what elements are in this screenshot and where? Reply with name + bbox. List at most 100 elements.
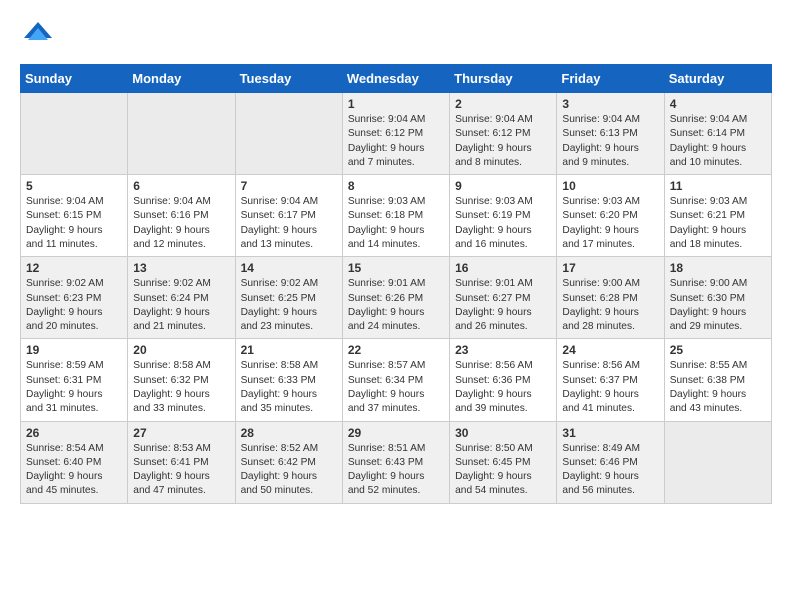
calendar-cell: 4 Sunrise: 9:04 AM Sunset: 6:14 PM Daylig… (664, 93, 771, 175)
day-info: Sunrise: 8:51 AM Sunset: 6:43 PM Dayligh… (348, 442, 444, 499)
day-number: 9 (455, 179, 551, 193)
day-number: 10 (562, 179, 658, 193)
calendar-cell: 19Sunrise: 8:59 AM Sunset: 6:31 PM Dayli… (21, 339, 128, 421)
day-info: Sunrise: 9:04 AM Sunset: 6:16 PM Dayligh… (133, 195, 229, 252)
weekday-header-thursday: Thursday (450, 65, 557, 93)
day-number: 13 (133, 261, 229, 275)
header (20, 18, 772, 54)
day-info: Sunrise: 8:52 AM Sunset: 6:42 PM Dayligh… (241, 442, 337, 499)
day-info: Sunrise: 8:56 AM Sunset: 6:37 PM Dayligh… (562, 359, 658, 416)
calendar-cell: 29Sunrise: 8:51 AM Sunset: 6:43 PM Dayli… (342, 421, 449, 503)
day-info: Sunrise: 9:04 AM Sunset: 6:14 PM Dayligh… (670, 113, 766, 170)
day-number: 15 (348, 261, 444, 275)
day-number: 11 (670, 179, 766, 193)
calendar-cell (664, 421, 771, 503)
calendar-cell: 1 Sunrise: 9:04 AM Sunset: 6:12 PM Daylig… (342, 93, 449, 175)
calendar-cell: 24 Sunrise: 8:56 AM Sunset: 6:37 PM Dayli… (557, 339, 664, 421)
calendar-cell (235, 93, 342, 175)
day-number: 26 (26, 426, 122, 440)
day-info: Sunrise: 9:03 AM Sunset: 6:21 PM Dayligh… (670, 195, 766, 252)
calendar-cell: 11 Sunrise: 9:03 AM Sunset: 6:21 PM Dayli… (664, 175, 771, 257)
weekday-header-sunday: Sunday (21, 65, 128, 93)
day-info: Sunrise: 9:04 AM Sunset: 6:15 PM Dayligh… (26, 195, 122, 252)
day-info: Sunrise: 9:04 AM Sunset: 6:12 PM Dayligh… (455, 113, 551, 170)
day-info: Sunrise: 9:01 AM Sunset: 6:26 PM Dayligh… (348, 277, 444, 334)
calendar-cell: 10 Sunrise: 9:03 AM Sunset: 6:20 PM Dayli… (557, 175, 664, 257)
logo-icon (20, 18, 56, 54)
day-info: Sunrise: 9:02 AM Sunset: 6:24 PM Dayligh… (133, 277, 229, 334)
calendar-cell: 7 Sunrise: 9:04 AM Sunset: 6:17 PM Daylig… (235, 175, 342, 257)
weekday-header-monday: Monday (128, 65, 235, 93)
day-number: 12 (26, 261, 122, 275)
day-number: 1 (348, 97, 444, 111)
day-number: 14 (241, 261, 337, 275)
calendar-week-2: 5 Sunrise: 9:04 AM Sunset: 6:15 PM Daylig… (21, 175, 772, 257)
day-number: 17 (562, 261, 658, 275)
day-info: Sunrise: 8:53 AM Sunset: 6:41 PM Dayligh… (133, 442, 229, 499)
calendar-cell: 2 Sunrise: 9:04 AM Sunset: 6:12 PM Daylig… (450, 93, 557, 175)
calendar-cell: 18Sunrise: 9:00 AM Sunset: 6:30 PM Dayli… (664, 257, 771, 339)
calendar-week-5: 26 Sunrise: 8:54 AM Sunset: 6:40 PM Dayli… (21, 421, 772, 503)
day-info: Sunrise: 9:02 AM Sunset: 6:23 PM Dayligh… (26, 277, 122, 334)
calendar-cell: 31 Sunrise: 8:49 AM Sunset: 6:46 PM Dayli… (557, 421, 664, 503)
calendar-cell: 20Sunrise: 8:58 AM Sunset: 6:32 PM Dayli… (128, 339, 235, 421)
day-info: Sunrise: 8:55 AM Sunset: 6:38 PM Dayligh… (670, 359, 766, 416)
calendar-cell: 13 Sunrise: 9:02 AM Sunset: 6:24 PM Dayli… (128, 257, 235, 339)
calendar-week-3: 12 Sunrise: 9:02 AM Sunset: 6:23 PM Dayli… (21, 257, 772, 339)
day-number: 21 (241, 343, 337, 357)
day-number: 4 (670, 97, 766, 111)
logo (20, 18, 58, 54)
day-info: Sunrise: 8:58 AM Sunset: 6:33 PM Dayligh… (241, 359, 337, 416)
day-info: Sunrise: 9:04 AM Sunset: 6:12 PM Dayligh… (348, 113, 444, 170)
calendar-cell: 27 Sunrise: 8:53 AM Sunset: 6:41 PM Dayli… (128, 421, 235, 503)
day-number: 22 (348, 343, 444, 357)
calendar-cell: 12 Sunrise: 9:02 AM Sunset: 6:23 PM Dayli… (21, 257, 128, 339)
calendar-cell: 9Sunrise: 9:03 AM Sunset: 6:19 PM Daylig… (450, 175, 557, 257)
weekday-header-wednesday: Wednesday (342, 65, 449, 93)
calendar: SundayMondayTuesdayWednesdayThursdayFrid… (20, 64, 772, 504)
calendar-week-1: 1 Sunrise: 9:04 AM Sunset: 6:12 PM Daylig… (21, 93, 772, 175)
day-number: 27 (133, 426, 229, 440)
day-info: Sunrise: 9:01 AM Sunset: 6:27 PM Dayligh… (455, 277, 551, 334)
day-info: Sunrise: 9:04 AM Sunset: 6:17 PM Dayligh… (241, 195, 337, 252)
calendar-cell: 17 Sunrise: 9:00 AM Sunset: 6:28 PM Dayli… (557, 257, 664, 339)
calendar-cell: 5 Sunrise: 9:04 AM Sunset: 6:15 PM Daylig… (21, 175, 128, 257)
day-info: Sunrise: 9:03 AM Sunset: 6:18 PM Dayligh… (348, 195, 444, 252)
calendar-cell: 28 Sunrise: 8:52 AM Sunset: 6:42 PM Dayli… (235, 421, 342, 503)
calendar-cell (21, 93, 128, 175)
day-info: Sunrise: 9:03 AM Sunset: 6:20 PM Dayligh… (562, 195, 658, 252)
day-info: Sunrise: 8:49 AM Sunset: 6:46 PM Dayligh… (562, 442, 658, 499)
day-info: Sunrise: 9:02 AM Sunset: 6:25 PM Dayligh… (241, 277, 337, 334)
calendar-cell: 23 Sunrise: 8:56 AM Sunset: 6:36 PM Dayli… (450, 339, 557, 421)
day-number: 31 (562, 426, 658, 440)
calendar-cell: 16 Sunrise: 9:01 AM Sunset: 6:27 PM Dayli… (450, 257, 557, 339)
calendar-cell: 14 Sunrise: 9:02 AM Sunset: 6:25 PM Dayli… (235, 257, 342, 339)
day-number: 2 (455, 97, 551, 111)
day-info: Sunrise: 8:56 AM Sunset: 6:36 PM Dayligh… (455, 359, 551, 416)
day-number: 23 (455, 343, 551, 357)
calendar-cell: 25 Sunrise: 8:55 AM Sunset: 6:38 PM Dayli… (664, 339, 771, 421)
calendar-cell: 21 Sunrise: 8:58 AM Sunset: 6:33 PM Dayli… (235, 339, 342, 421)
day-info: Sunrise: 8:58 AM Sunset: 6:32 PM Dayligh… (133, 359, 229, 416)
calendar-cell: 22Sunrise: 8:57 AM Sunset: 6:34 PM Dayli… (342, 339, 449, 421)
day-number: 16 (455, 261, 551, 275)
day-number: 18 (670, 261, 766, 275)
day-number: 24 (562, 343, 658, 357)
weekday-header-friday: Friday (557, 65, 664, 93)
day-number: 19 (26, 343, 122, 357)
calendar-week-4: 19Sunrise: 8:59 AM Sunset: 6:31 PM Dayli… (21, 339, 772, 421)
weekday-header-saturday: Saturday (664, 65, 771, 93)
day-number: 28 (241, 426, 337, 440)
calendar-cell: 6Sunrise: 9:04 AM Sunset: 6:16 PM Daylig… (128, 175, 235, 257)
calendar-cell: 30Sunrise: 8:50 AM Sunset: 6:45 PM Dayli… (450, 421, 557, 503)
day-info: Sunrise: 9:00 AM Sunset: 6:28 PM Dayligh… (562, 277, 658, 334)
weekday-header-row: SundayMondayTuesdayWednesdayThursdayFrid… (21, 65, 772, 93)
day-number: 25 (670, 343, 766, 357)
day-number: 7 (241, 179, 337, 193)
day-number: 5 (26, 179, 122, 193)
day-number: 8 (348, 179, 444, 193)
day-info: Sunrise: 8:54 AM Sunset: 6:40 PM Dayligh… (26, 442, 122, 499)
page: SundayMondayTuesdayWednesdayThursdayFrid… (0, 0, 792, 522)
day-info: Sunrise: 9:04 AM Sunset: 6:13 PM Dayligh… (562, 113, 658, 170)
day-info: Sunrise: 8:50 AM Sunset: 6:45 PM Dayligh… (455, 442, 551, 499)
